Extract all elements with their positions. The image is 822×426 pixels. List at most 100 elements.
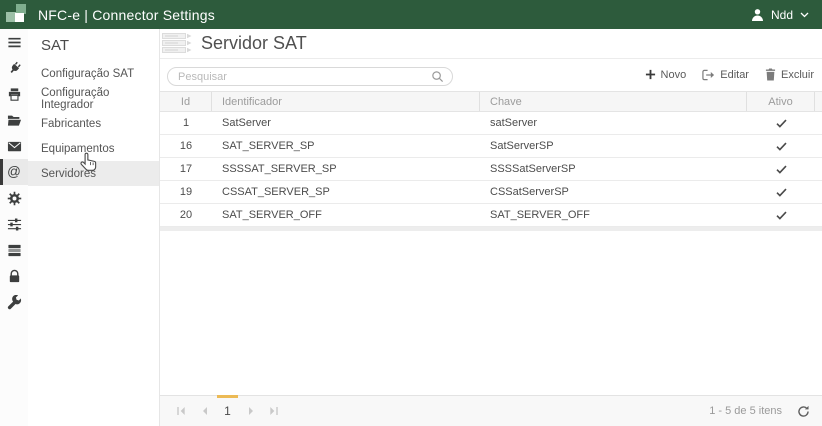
app-logo-icon [5,3,29,26]
nav-connector-button[interactable] [0,55,28,81]
refresh-button[interactable] [797,405,810,418]
new-button[interactable]: Novo [645,68,687,81]
delete-button-label: Excluir [781,69,814,81]
search-icon [431,70,444,83]
last-page-button[interactable] [262,396,285,426]
grid-bottom-strip [160,227,822,231]
cell-identificador: SSSSAT_SERVER_SP [212,163,480,175]
last-page-icon [268,406,279,416]
current-page-button[interactable]: 1 [216,396,239,426]
page-title: Servidor SAT [201,33,307,54]
nav-mail-button[interactable] [0,133,28,159]
cell-chave: SAT_SERVER_OFF [480,209,747,221]
cell-identificador: SatServer [212,117,480,129]
trash-icon [765,68,776,81]
table-row[interactable]: 16 SAT_SERVER_SP SatServerSP [160,135,822,158]
nav-printer-button[interactable] [0,81,28,107]
column-header-id[interactable]: Id [160,92,212,111]
previous-page-button[interactable] [193,396,216,426]
cell-id: 19 [160,186,212,198]
app-header: NFC-e | Connector Settings Ndd [0,0,822,29]
nav-settings-button[interactable] [0,185,28,211]
previous-page-icon [200,406,210,416]
delete-button[interactable]: Excluir [765,68,814,81]
check-icon [776,119,787,128]
cell-identificador: SAT_SERVER_OFF [212,209,480,221]
cell-ativo [747,165,815,174]
sidebar-item[interactable]: Equipamentos [28,136,159,161]
plus-icon [645,69,656,80]
envelope-icon [7,139,22,154]
new-button-label: Novo [661,69,687,81]
nav-server-button[interactable] [0,237,28,263]
chevron-down-icon [800,12,809,18]
sidebar-item[interactable]: Configuração SAT [28,61,159,86]
search-input[interactable] [168,71,431,83]
sidebar-item-label: Configuração Integrador [41,87,159,111]
cell-chave: SSSSatServerSP [480,163,747,175]
refresh-icon [797,405,810,418]
column-header-identificador[interactable]: Identificador [212,92,480,111]
cell-chave: CSSatServerSP [480,186,747,198]
pager: 1 1 - 5 de 5 itens [160,395,822,426]
search-box [167,67,453,86]
table-row[interactable]: 17 SSSSAT_SERVER_SP SSSSatServerSP [160,158,822,181]
nav-connector-settings-button[interactable]: @ [0,159,28,185]
column-header-filler [815,92,822,111]
open-folder-icon [7,113,22,128]
page-header: Servidor SAT [160,29,822,59]
first-page-icon [176,406,187,416]
user-icon [751,8,764,22]
cell-chave: SatServerSP [480,140,747,152]
icon-sidebar: @ [0,29,28,426]
user-name: Ndd [771,8,793,22]
server-stack-icon [7,243,22,258]
at-sign-icon: @ [7,165,21,179]
table-row[interactable]: 1 SatServer satServer [160,112,822,135]
first-page-button[interactable] [170,396,193,426]
main-content: Servidor SAT Novo Editar [160,29,822,426]
nav-security-button[interactable] [0,263,28,289]
table-row[interactable]: 20 SAT_SERVER_OFF SAT_SERVER_OFF [160,204,822,227]
cell-ativo [747,211,815,220]
sidebar-item-label: Equipamentos [41,143,115,155]
sidebar-item[interactable]: Configuração Integrador [28,86,159,111]
cell-ativo [747,119,815,128]
gear-icon [7,191,22,206]
sidebar-item[interactable]: Fabricantes [28,111,159,136]
sidebar-item-label: Configuração SAT [41,68,134,80]
cell-ativo [747,188,815,197]
grid-toolbar-row: Novo Editar Excluir [160,59,822,91]
sidebar-item[interactable]: Servidores [28,161,159,186]
module-sidebar: SAT Configuração SAT Configuração Integr… [28,29,160,426]
app-title: NFC-e | Connector Settings [38,7,215,23]
check-icon [776,188,787,197]
edit-icon [702,69,715,81]
printer-icon [7,87,22,102]
nav-menu-button[interactable] [0,29,28,55]
next-page-button[interactable] [239,396,262,426]
nav-files-button[interactable] [0,107,28,133]
column-header-ativo[interactable]: Ativo [747,92,815,111]
action-toolbar: Novo Editar Excluir [645,68,814,81]
pager-info: 1 - 5 de 5 itens [709,405,782,417]
wrench-icon [7,295,22,310]
column-header-chave[interactable]: Chave [480,92,747,111]
nav-tools-button[interactable] [0,289,28,315]
check-icon [776,142,787,151]
page-title-icon [162,32,194,55]
table-row[interactable]: 19 CSSAT_SERVER_SP CSSatServerSP [160,181,822,204]
table-header: Id Identificador Chave Ativo [160,91,822,112]
nav-preferences-button[interactable] [0,211,28,237]
plug-icon [7,61,22,76]
sidebar-menu: Configuração SAT Configuração Integrador… [28,61,159,186]
next-page-icon [246,406,256,416]
user-menu[interactable]: Ndd [751,8,809,22]
edit-button[interactable]: Editar [702,68,749,81]
cell-identificador: CSSAT_SERVER_SP [212,186,480,198]
lock-icon [7,269,22,284]
sidebar-item-label: Servidores [41,168,96,180]
sidebar-title: SAT [28,29,159,54]
check-icon [776,211,787,220]
cell-identificador: SAT_SERVER_SP [212,140,480,152]
